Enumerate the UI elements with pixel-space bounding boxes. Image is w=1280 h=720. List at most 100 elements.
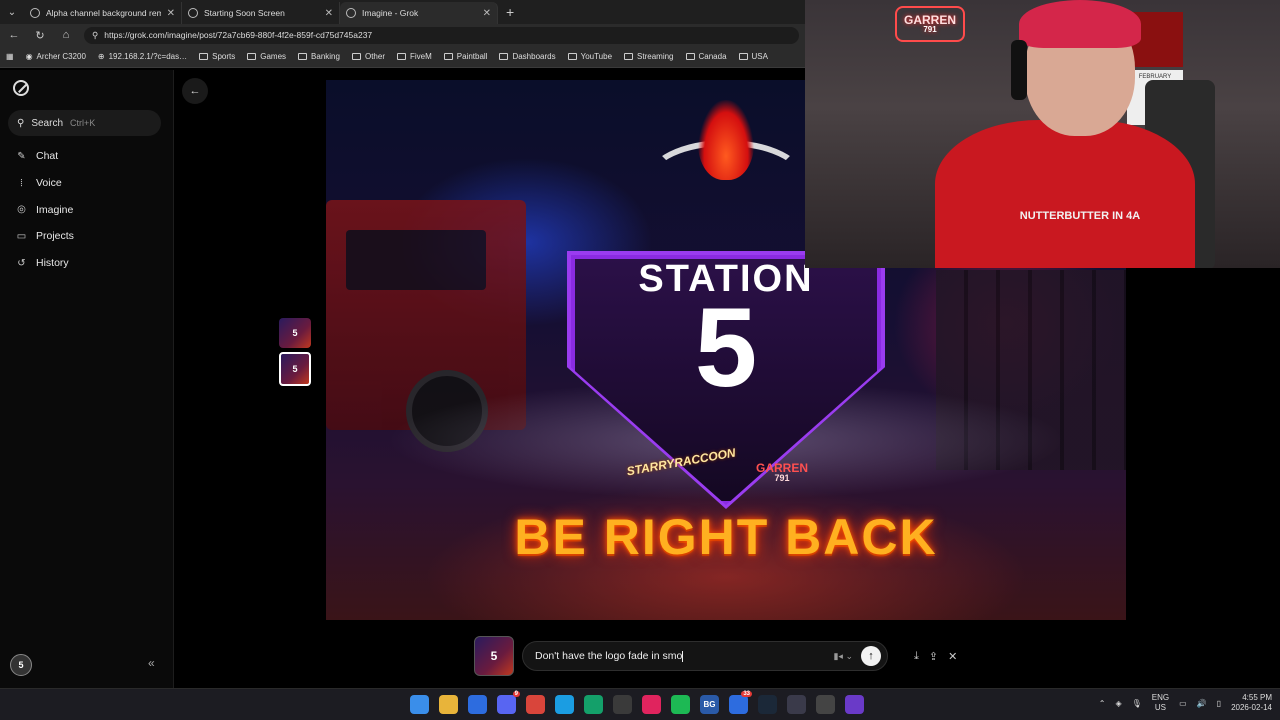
folder-icon [624, 53, 634, 60]
sidebar-item-label: Voice [36, 177, 62, 190]
sidebar-item-history[interactable]: ↺ History [16, 250, 74, 277]
network-icon[interactable]: ▭ [1179, 699, 1187, 708]
taskbar: 9 BG 33 ⌃ ◈ 🎙 ENG US ▭ 🔊 ▯ 4:55 PM 2026-02-1… [0, 688, 1280, 720]
bookmark-folder[interactable]: Paintball [443, 52, 488, 61]
avatar[interactable]: 5 [10, 654, 32, 676]
folder-icon [351, 53, 361, 60]
download-icon[interactable]: ⤓ [914, 650, 919, 663]
bookmark-folder[interactable]: YouTube [567, 52, 613, 61]
bookmark-item[interactable]: ◉ Archer C3200 [26, 52, 86, 61]
search-label: Search [31, 117, 64, 129]
browser-tab-active[interactable]: Imagine - Grok ✕ [340, 2, 498, 24]
bookmark-folder[interactable]: Canada [685, 52, 727, 61]
tab-title: Alpha channel background remo… [46, 8, 161, 18]
media-app-icon[interactable] [816, 695, 835, 714]
bg-app-icon[interactable]: BG [700, 695, 719, 714]
file-explorer-icon[interactable] [439, 695, 458, 714]
close-tab-icon[interactable]: ✕ [167, 8, 175, 19]
browser-tab[interactable]: Starting Soon Screen ✕ [182, 2, 340, 24]
thumbnail-selected[interactable]: 5 [279, 352, 311, 386]
url-field[interactable]: ⚲ https://grok.com/imagine/post/72a7cb69… [84, 26, 799, 44]
clock[interactable]: 4:55 PM 2026-02-14 [1231, 693, 1272, 713]
home-icon[interactable]: ⌂ [58, 29, 74, 41]
battery-icon[interactable]: ▯ [1217, 699, 1221, 708]
prompt-reference-thumbnail[interactable]: 5 [474, 636, 514, 676]
language-indicator[interactable]: ENG US [1152, 693, 1169, 712]
tab-list-chevron-icon[interactable]: ⌄ [0, 0, 24, 24]
video-mode-dropdown[interactable]: ▮◂ ⌄ [833, 651, 853, 662]
thumbnail-list: 5 5 [279, 318, 311, 386]
arrow-app-icon[interactable] [787, 695, 806, 714]
taskbar-apps: 9 BG 33 [410, 691, 864, 714]
bookmark-label: Paintball [456, 52, 488, 61]
bookmark-folder[interactable]: FiveM [396, 52, 432, 61]
back-button[interactable]: ← [182, 78, 208, 104]
sidebar-item-label: History [36, 257, 69, 270]
bookmark-label: YouTube [580, 52, 613, 61]
bookmark-label: FiveM [409, 52, 432, 61]
obs-icon[interactable] [613, 695, 632, 714]
folder-icon [685, 53, 695, 60]
bookmark-label: Archer C3200 [36, 52, 86, 61]
refresh-icon[interactable]: ↻ [32, 29, 48, 42]
chat-edit-icon: ✎ [17, 150, 26, 162]
sidebar-item-chat[interactable]: ✎ Chat [16, 143, 74, 170]
bookmark-folder[interactable]: USA [738, 52, 768, 61]
search-button[interactable]: ⚲ Search Ctrl+K [8, 110, 161, 136]
waveform-icon: ⦙ [20, 177, 23, 189]
sidebar-item-voice[interactable]: ⦙ Voice [16, 170, 74, 197]
flame-graphic [698, 100, 754, 180]
sidebar: ⚲ Search Ctrl+K ✎ Chat ⦙ Voice ◎ Imagine ▭ P… [0, 70, 174, 688]
sidebar-item-label: Imagine [36, 203, 74, 216]
close-tab-icon[interactable]: ✕ [483, 8, 491, 19]
spotify-icon[interactable] [671, 695, 690, 714]
prompt-input-text[interactable]: Don't have the logo fade in smo [535, 650, 825, 662]
prompt-area: 5 Don't have the logo fade in smo ▮◂ ⌄ ↑… [474, 636, 957, 676]
new-tab-plus-icon[interactable]: + [498, 4, 522, 20]
grid-app-icon[interactable] [845, 695, 864, 714]
back-arrow-icon[interactable]: ← [6, 29, 22, 41]
system-tray: ⌃ ◈ 🎙 ENG US ▭ 🔊 ▯ 4:55 PM 2026-02-14 [1099, 693, 1272, 713]
windows-start-icon[interactable] [410, 695, 429, 714]
red-app-icon[interactable] [642, 695, 661, 714]
steam-icon[interactable] [758, 695, 777, 714]
close-tab-icon[interactable]: ✕ [325, 8, 333, 19]
discord-icon[interactable]: 9 [497, 691, 520, 714]
sidebar-item-projects[interactable]: ▭ Projects [16, 223, 74, 250]
security-icon[interactable]: ◈ [1115, 699, 1121, 708]
browser-tab[interactable]: Alpha channel background remo… ✕ [24, 2, 182, 24]
bookmark-folder[interactable]: Games [247, 52, 286, 61]
thumbnail[interactable]: 5 [279, 318, 311, 348]
bookmark-folder[interactable]: Banking [298, 52, 340, 61]
bookmark-folder[interactable]: Dashboards [499, 52, 556, 61]
bookmark-folder[interactable]: Streaming [624, 52, 674, 61]
folder-icon [396, 53, 406, 60]
site-info-icon[interactable]: ⚲ [92, 30, 98, 41]
edge-icon[interactable] [555, 695, 574, 714]
chevron-up-icon[interactable]: ⌃ [1099, 699, 1106, 708]
taskbar-icon-glyph: BG [703, 700, 716, 709]
bookmark-folder[interactable]: Other [351, 52, 385, 61]
sidebar-item-imagine[interactable]: ◎ Imagine [16, 196, 74, 223]
close-icon[interactable]: ✕ [948, 650, 957, 663]
browser-tab-bar: ⌄ Alpha channel background remo… ✕ Start… [0, 0, 805, 24]
tab-title: Starting Soon Screen [204, 8, 285, 18]
text-caret [682, 650, 684, 662]
bookmark-label: USA [751, 52, 768, 61]
store-icon[interactable] [468, 695, 487, 714]
collapse-sidebar-icon[interactable]: « [148, 656, 155, 670]
chrome-icon[interactable] [526, 695, 545, 714]
volume-icon[interactable]: 🔊 [1197, 699, 1207, 708]
bookmark-folder[interactable]: Sports [199, 52, 235, 61]
apps-grid-icon[interactable]: ▦ [6, 52, 14, 61]
microphone-icon[interactable]: 🎙 [1132, 699, 1142, 708]
share-icon[interactable]: ⇪ [929, 650, 938, 663]
bookmark-item[interactable]: ⊕ 192.168.2.1/?c=das… [98, 52, 187, 61]
prompt-input[interactable]: Don't have the logo fade in smo ▮◂ ⌄ ↑ [522, 641, 888, 671]
send-button[interactable]: ↑ [861, 646, 881, 666]
mail-icon[interactable]: 33 [729, 691, 752, 714]
person-hair [1019, 0, 1141, 48]
green-app-icon[interactable] [584, 695, 603, 714]
grok-logo-icon[interactable] [13, 80, 29, 96]
webcam-overlay: GARREN 791 FEBRUARY NUTTERBUTTER IN 4A [805, 0, 1280, 268]
